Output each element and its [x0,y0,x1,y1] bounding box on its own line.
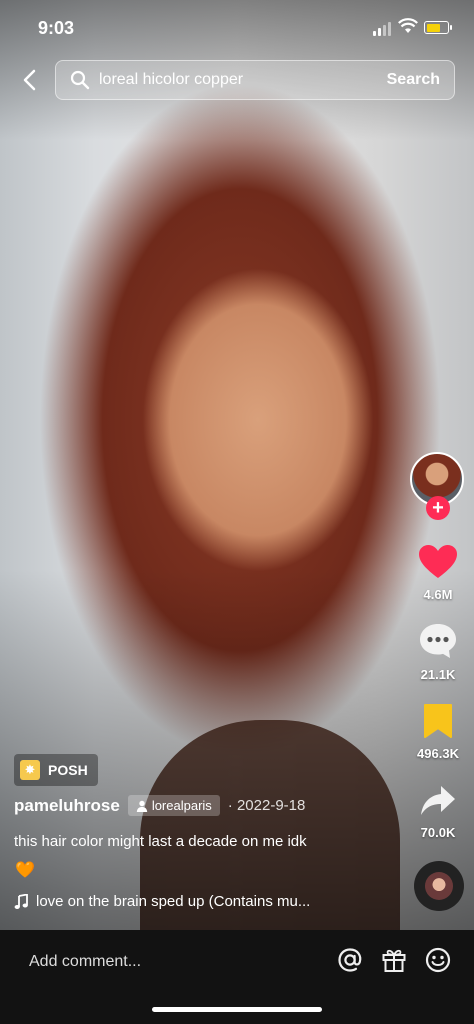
music-disc-button[interactable] [414,861,464,911]
comment-bar-icons [336,946,452,974]
gift-icon [382,949,406,972]
gift-button[interactable] [380,946,408,974]
battery-icon [424,21,452,34]
post-caption[interactable]: this hair color might last a decade on m… [14,833,307,850]
music-title: love on the brain sped up (Contains mu..… [36,893,311,910]
bottom-gradient [0,570,474,930]
video-background[interactable] [0,0,474,940]
status-time: 9:03 [38,18,75,38]
share-button[interactable]: 70.0K [408,784,468,840]
posh-label: POSH [48,762,88,778]
home-indicator[interactable] [152,1007,322,1012]
posh-badge[interactable]: ✸ POSH [14,754,98,786]
at-sign-icon [338,948,362,972]
search-query[interactable]: loreal hicolor copper [99,71,243,89]
tagged-account-name: lorealparis [151,798,212,813]
tagged-account[interactable]: lorealparis [127,795,220,816]
comment-bubble-icon [420,624,456,658]
comment-count: 21.1K [420,667,456,682]
person-icon [136,800,148,812]
mention-button[interactable] [336,946,364,974]
search-bar[interactable]: loreal hicolor copper Search [55,60,455,100]
follow-button[interactable]: + [426,496,450,520]
orange-heart-emoji: 🧡 [15,862,35,879]
video-screen: 9:03 loreal hicolor copper Search + 4.6M… [0,0,474,1024]
like-button[interactable]: 4.6M [408,544,468,602]
music-disc-artwork [425,872,453,900]
chevron-left-icon [23,69,36,91]
wifi-icon [398,18,418,33]
save-count: 496.3K [417,746,459,761]
creator-username[interactable]: pameluhrose [14,796,120,816]
status-bar: 9:03 [0,0,474,52]
music-note-icon [14,893,28,909]
search-icon [70,70,90,90]
share-count: 70.0K [420,825,456,840]
bookmark-icon [424,704,452,738]
music-info[interactable]: love on the brain sped up (Contains mu..… [14,893,310,910]
heart-icon [419,545,457,578]
back-button[interactable] [14,65,44,95]
smiley-icon [425,947,451,973]
share-arrow-icon [421,786,455,815]
cellular-signal-icon [373,22,391,36]
comment-button[interactable]: 21.1K [408,622,468,682]
sparkle-icon: ✸ [20,760,40,780]
emoji-picker-button[interactable] [424,946,452,974]
save-button[interactable]: 496.3K [408,703,468,761]
add-comment-input[interactable]: Add comment... [29,953,141,971]
search-button[interactable]: Search [387,71,440,89]
like-count: 4.6M [423,587,453,602]
post-meta: pameluhrose lorealparis · 2022-9-18 [14,795,305,816]
post-date: · 2022-9-18 [227,797,306,814]
